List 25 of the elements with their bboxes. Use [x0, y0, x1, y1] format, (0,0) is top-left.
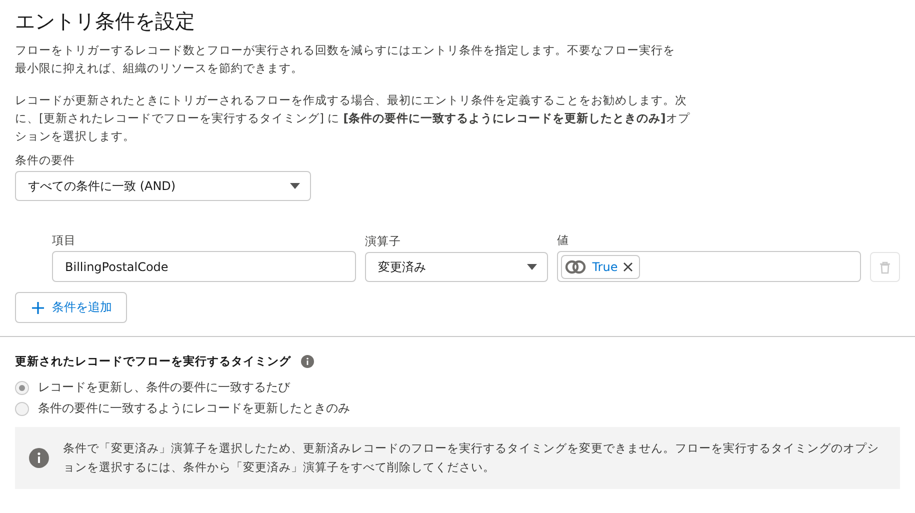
trash-icon	[879, 260, 892, 274]
field-label: 項目	[52, 233, 77, 248]
operator-dropdown[interactable]: 変更済み	[364, 252, 548, 282]
section-heading: 更新されたレコードでフローを実行するタイミング	[15, 354, 291, 369]
info-icon	[29, 448, 49, 468]
field-label: 演算子	[364, 234, 402, 249]
plus-icon	[32, 302, 44, 314]
add-condition-button[interactable]: 条件を追加	[15, 292, 127, 323]
caret-icon	[527, 264, 538, 270]
field-input[interactable]: BillingPostalCode	[52, 251, 356, 282]
page-title: エントリ条件を設定	[15, 8, 196, 35]
close-icon[interactable]	[622, 262, 633, 272]
description-text: フローをトリガーするレコード数とフローが実行される回数を減らすにはエントリ条件を指定します。不要なフロー実行を最小限に抑えれば、組織のリソースを節約できます。	[15, 42, 676, 77]
radio-label: レコードを更新し、条件の要件に一致するたび	[38, 379, 290, 396]
value-pill[interactable]: True	[561, 254, 640, 278]
field-label: 値	[557, 233, 570, 248]
info-text: 条件で「変更済み」演算子を選択したため、更新済みレコードのフローを実行するタイミングを変更できません。フローを実行するタイミングのオプションを選択するには、条件から「変更済み」演算子をすべて削除してください。	[62, 440, 880, 476]
caret-icon	[290, 183, 300, 189]
radio-label: 条件の要件に一致するようにレコードを更新したときのみ	[38, 400, 350, 417]
value-input[interactable]: True	[557, 251, 862, 282]
info-icon	[301, 355, 314, 368]
description-text: レコードが更新されたときにトリガーされるフローを作成する場合、最初にエントリ条件を定義することをお勧めします。次に、[更新されたレコードでフローを実行するタイミング] に [条件の要件に一致するようにレコードを更新したときのみ]オプションを選択します。	[15, 92, 691, 145]
field-label: 条件の要件	[15, 153, 76, 168]
requirement-dropdown[interactable]: すべての条件に一致 (AND)	[15, 171, 311, 201]
toggle-icon	[565, 260, 588, 274]
